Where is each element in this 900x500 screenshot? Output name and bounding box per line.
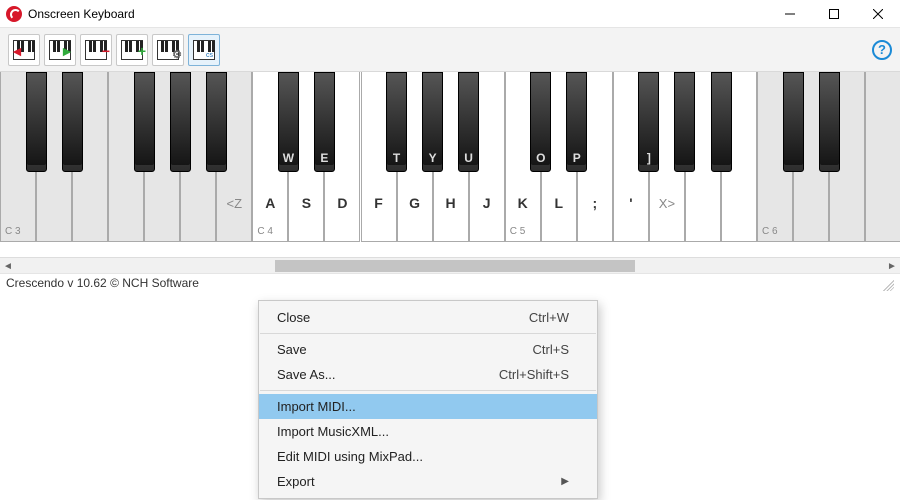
key-label: F xyxy=(362,195,396,211)
black-key[interactable] xyxy=(819,72,840,172)
status-bar: Crescendo v 10.62 © NCH Software xyxy=(0,273,900,293)
black-key[interactable] xyxy=(26,72,47,172)
menu-item[interactable]: Edit MIDI using MixPad... xyxy=(259,444,597,469)
horizontal-scrollbar[interactable]: ◄ ► xyxy=(0,257,900,273)
menu-separator xyxy=(260,333,596,334)
menu-item-label: Edit MIDI using MixPad... xyxy=(277,449,569,464)
scroll-right-arrow[interactable]: ► xyxy=(884,258,900,274)
toolbar-remove-octave-button[interactable]: − xyxy=(80,34,112,66)
key-label: Y xyxy=(423,151,442,165)
key-label: E xyxy=(315,151,334,165)
black-key[interactable]: E xyxy=(314,72,335,172)
toolbar-toggle-labels-button[interactable]: cs xyxy=(188,34,220,66)
key-label: T xyxy=(387,151,406,165)
toolbar-octave-up-button[interactable]: ► xyxy=(44,34,76,66)
piano-keys: C 3 <ZA C 4 SDFGHJK C 5 L;'X> C 6 W E T Y U O P] xyxy=(0,72,900,242)
menu-item[interactable]: Import MIDI... xyxy=(259,394,597,419)
menu-item-shortcut: Ctrl+S xyxy=(533,342,569,357)
menu-separator xyxy=(260,390,596,391)
key-label: P xyxy=(567,151,586,165)
nav-label: X> xyxy=(650,196,684,211)
toolbar-add-octave-button[interactable]: + xyxy=(116,34,148,66)
key-label: H xyxy=(434,195,468,211)
black-key[interactable] xyxy=(170,72,191,172)
black-key[interactable] xyxy=(674,72,695,172)
black-key[interactable]: W xyxy=(278,72,299,172)
key-label: K xyxy=(506,195,540,211)
black-key[interactable]: T xyxy=(386,72,407,172)
white-key[interactable] xyxy=(865,72,900,242)
menu-item-label: Save xyxy=(277,342,533,357)
status-text: Crescendo v 10.62 © NCH Software xyxy=(6,276,199,291)
black-key[interactable]: ] xyxy=(638,72,659,172)
key-label: O xyxy=(531,151,550,165)
scroll-left-arrow[interactable]: ◄ xyxy=(0,258,16,274)
scroll-thumb[interactable] xyxy=(275,260,635,272)
titlebar: Onscreen Keyboard xyxy=(0,0,900,28)
black-key[interactable]: U xyxy=(458,72,479,172)
menu-item[interactable]: CloseCtrl+W xyxy=(259,305,597,330)
key-label: W xyxy=(279,151,298,165)
toolbar-buttons: ◄►−+⚙cs xyxy=(8,34,220,66)
menu-item-label: Export xyxy=(277,474,555,489)
key-label: ] xyxy=(639,151,658,165)
menu-item-label: Import MusicXML... xyxy=(277,424,569,439)
key-label: ' xyxy=(614,195,648,211)
octave-label: C 5 xyxy=(510,226,526,237)
toolbar: ◄►−+⚙cs ? xyxy=(0,28,900,72)
octave-label: C 3 xyxy=(5,226,21,237)
menu-item-shortcut: Ctrl+W xyxy=(529,310,569,325)
submenu-arrow-icon: ▶ xyxy=(561,476,569,487)
key-label: L xyxy=(542,195,576,211)
menu-item[interactable]: SaveCtrl+S xyxy=(259,337,597,362)
menu-item[interactable]: Save As...Ctrl+Shift+S xyxy=(259,362,597,387)
key-label: A xyxy=(253,195,287,211)
menu-item-label: Save As... xyxy=(277,367,499,382)
toolbar-keyboard-settings-button[interactable]: ⚙ xyxy=(152,34,184,66)
key-label: J xyxy=(470,195,504,211)
maximize-button[interactable] xyxy=(812,0,856,27)
nav-label: <Z xyxy=(217,196,251,211)
key-label: ; xyxy=(578,195,612,211)
context-menu: CloseCtrl+WSaveCtrl+SSave As...Ctrl+Shif… xyxy=(258,300,598,499)
minimize-button[interactable] xyxy=(768,0,812,27)
black-key[interactable] xyxy=(711,72,732,172)
black-key[interactable]: P xyxy=(566,72,587,172)
black-key[interactable]: Y xyxy=(422,72,443,172)
app-icon xyxy=(6,6,22,22)
octave-label: C 4 xyxy=(257,226,273,237)
menu-item-label: Close xyxy=(277,310,529,325)
menu-item[interactable]: Export ▶ xyxy=(259,469,597,494)
black-key[interactable] xyxy=(134,72,155,172)
octave-label: C 6 xyxy=(762,226,778,237)
help-button[interactable]: ? xyxy=(872,40,892,60)
black-key[interactable] xyxy=(62,72,83,172)
key-label: D xyxy=(325,195,359,211)
window-title: Onscreen Keyboard xyxy=(28,7,768,21)
menu-item-shortcut: Ctrl+Shift+S xyxy=(499,367,569,382)
key-label: S xyxy=(289,195,323,211)
black-key[interactable] xyxy=(783,72,804,172)
menu-item[interactable]: Import MusicXML... xyxy=(259,419,597,444)
window-controls xyxy=(768,0,900,27)
black-key[interactable]: O xyxy=(530,72,551,172)
close-button[interactable] xyxy=(856,0,900,27)
black-key[interactable] xyxy=(206,72,227,172)
piano-area: C 3 <ZA C 4 SDFGHJK C 5 L;'X> C 6 W E T Y U O P] xyxy=(0,72,900,257)
menu-item-label: Import MIDI... xyxy=(277,399,569,414)
toolbar-octave-down-button[interactable]: ◄ xyxy=(8,34,40,66)
key-label: U xyxy=(459,151,478,165)
key-label: G xyxy=(398,195,432,211)
resize-grip[interactable] xyxy=(880,277,894,291)
